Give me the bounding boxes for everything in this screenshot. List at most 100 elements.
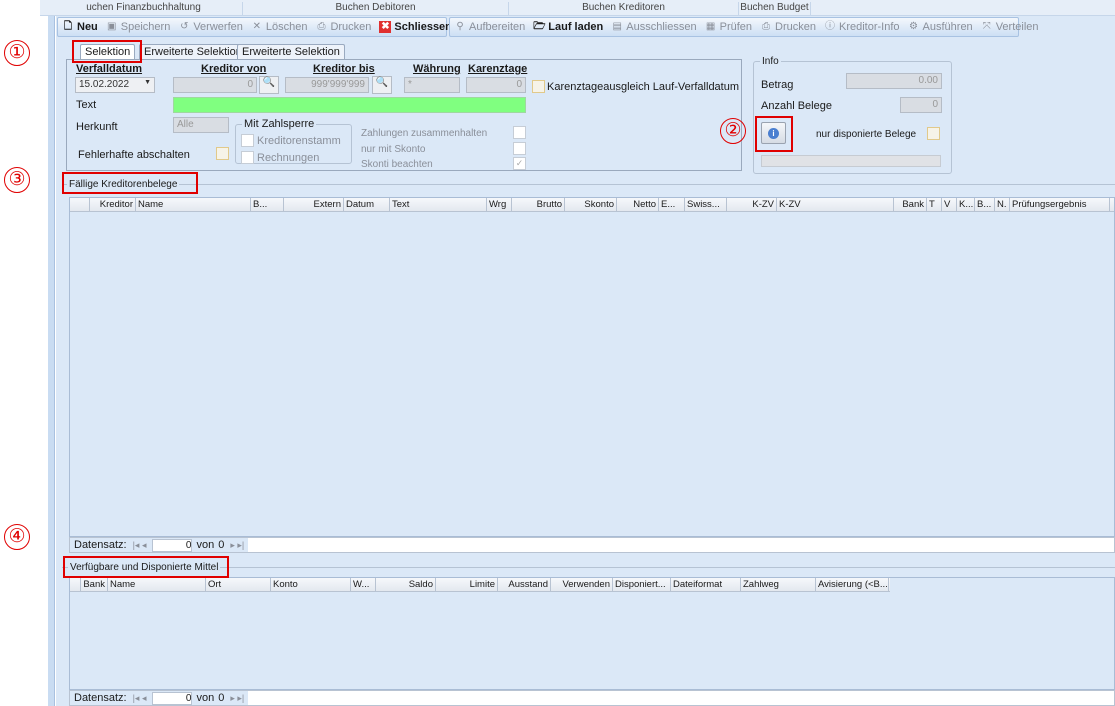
kreditorenbelege-grid[interactable]: Kreditor Name B... Extern Datum Text Wrg Brutto…: [69, 197, 1115, 537]
column-header[interactable]: W...: [351, 578, 376, 592]
first-prev-icon[interactable]: |◂ ◂: [133, 693, 147, 704]
toolbar-button-drucken[interactable]: ⎙ Drucken: [315, 21, 371, 33]
toolbar-button-verteilen[interactable]: ⤧ Verteilen: [981, 21, 1039, 33]
module-tab[interactable]: uchen Finanzbuchhaltung: [45, 2, 243, 16]
rechnungen-checkbox[interactable]: [241, 151, 254, 164]
toolbar-button-ausführen[interactable]: ⚙ Ausführen: [908, 21, 973, 33]
zahlungen-checkbox[interactable]: [513, 126, 526, 139]
column-header[interactable]: Ort: [206, 578, 271, 592]
toolbar-button-label: Neu: [77, 21, 98, 33]
column-header[interactable]: Dateiformat: [671, 578, 741, 592]
column-header[interactable]: B...: [251, 198, 284, 212]
column-header[interactable]: K-ZV: [777, 198, 894, 212]
verfalldatum-value: 15.02.2022: [79, 79, 130, 90]
toolbar-button-label: Drucken: [775, 21, 816, 33]
column-header[interactable]: Verwenden: [551, 578, 613, 592]
column-header[interactable]: Text: [390, 198, 487, 212]
annotation-marker-2: ②: [720, 118, 746, 144]
left-sidebar: [48, 16, 55, 706]
text-label: Text: [76, 99, 97, 111]
column-header[interactable]: Name: [136, 198, 251, 212]
column-header[interactable]: T: [927, 198, 942, 212]
annotation-marker-3: ③: [4, 167, 30, 193]
herkunft-select[interactable]: Alle: [173, 117, 229, 133]
column-header[interactable]: Bank: [81, 578, 108, 592]
new-document-icon: 🗋: [63, 21, 73, 32]
skonti-checkbox[interactable]: ✓: [513, 157, 526, 170]
betrag-value: 0.00: [846, 73, 942, 89]
column-header[interactable]: K...: [957, 198, 975, 212]
next-last-icon[interactable]: ▸ ▸|: [230, 540, 244, 551]
fehlerhafte-checkbox[interactable]: [216, 147, 229, 160]
column-header[interactable]: Brutto: [512, 198, 565, 212]
column-header[interactable]: Datum: [344, 198, 390, 212]
column-header[interactable]: Wrg: [487, 198, 512, 212]
column-header[interactable]: Netto: [617, 198, 659, 212]
column-header[interactable]: [70, 578, 81, 592]
kreditor-von-input[interactable]: 0: [173, 77, 257, 93]
module-tab[interactable]: Buchen Budget: [739, 2, 811, 16]
grid1-header: Kreditor Name B... Extern Datum Text Wrg Brutto…: [70, 198, 1114, 212]
toolbar-button-label: Aufbereiten: [469, 21, 526, 33]
toolbar-button-lauf-laden[interactable]: 🗁 Lauf laden: [533, 21, 603, 33]
toolbar-button-löschen[interactable]: ✕ Löschen: [251, 21, 308, 33]
record-input[interactable]: 0: [152, 691, 193, 705]
kreditor-bis-search-button[interactable]: 🔍: [372, 76, 392, 94]
toolbar-button-aufbereiten[interactable]: ⚲ Aufbereiten: [454, 21, 525, 33]
column-header[interactable]: Limite: [436, 578, 498, 592]
kreditorenstamm-checkbox[interactable]: [241, 134, 254, 147]
column-header[interactable]: Name: [108, 578, 206, 592]
nur-disponierte-checkbox[interactable]: [927, 127, 940, 140]
karenztage-input[interactable]: 0: [466, 77, 526, 93]
record-input[interactable]: 0: [152, 538, 193, 552]
toolbar-button-drucken[interactable]: ⎙ Drucken: [760, 21, 816, 33]
toolbar-button-kreditor-info[interactable]: ⓘ Kreditor-Info: [824, 21, 900, 33]
toolbar-button-label: Ausführen: [922, 21, 973, 33]
column-header[interactable]: Disponiert...: [613, 578, 671, 592]
toolbar-button-schliessen[interactable]: ✖ Schliessen: [379, 21, 452, 33]
module-tab[interactable]: Buchen Kreditoren: [509, 2, 739, 16]
column-header[interactable]: Extern: [284, 198, 344, 212]
first-prev-icon[interactable]: |◂ ◂: [133, 540, 147, 551]
column-header[interactable]: N.: [995, 198, 1010, 212]
toolbar-button-ausschliessen[interactable]: ▤ Ausschliessen: [611, 21, 697, 33]
delete-x-icon: ✕: [252, 21, 262, 32]
column-header[interactable]: Bank: [894, 198, 927, 212]
karenz-ausgleich-checkbox[interactable]: [532, 80, 545, 93]
column-header[interactable]: K-ZV: [727, 198, 777, 212]
column-header[interactable]: Kreditor: [90, 198, 136, 212]
mittel-grid[interactable]: Bank Name Ort Konto W... Saldo Limite Ausstand V…: [69, 577, 1115, 690]
tab-erweiterte-selektion[interactable]: Erweiterte Selektion: [139, 44, 247, 60]
column-header[interactable]: B...: [975, 198, 995, 212]
text-input[interactable]: [173, 97, 526, 113]
search-icon: 🔍: [262, 77, 276, 88]
toolbar-button-prüfen[interactable]: ▦ Prüfen: [705, 21, 752, 33]
column-header[interactable]: Konto: [271, 578, 351, 592]
module-tab[interactable]: Buchen Debitoren: [243, 2, 509, 16]
skonto-checkbox[interactable]: [513, 142, 526, 155]
verfalldatum-picker[interactable]: 15.02.2022 ▼: [75, 77, 155, 93]
karenztage-label: Karenztage: [468, 63, 528, 75]
column-header[interactable]: Swiss...: [685, 198, 727, 212]
column-header[interactable]: Prüfungsergebnis: [1010, 198, 1110, 212]
column-header[interactable]: V: [942, 198, 957, 212]
von-label: von: [196, 692, 215, 704]
toolbar-button-verwerfen[interactable]: ↺ Verwerfen: [178, 21, 243, 33]
kreditor-von-search-button[interactable]: 🔍: [259, 76, 279, 94]
annotation-box-2: [755, 116, 793, 152]
next-last-icon[interactable]: ▸ ▸|: [230, 693, 244, 704]
column-header[interactable]: Saldo: [376, 578, 436, 592]
anzahl-belege-value: 0: [900, 97, 942, 113]
column-header[interactable]: E...: [659, 198, 685, 212]
column-header[interactable]: Ausstand: [498, 578, 551, 592]
toolbar-button-neu[interactable]: 🗋 Neu: [62, 21, 98, 33]
discard-icon: ↺: [180, 21, 189, 32]
kreditor-bis-input[interactable]: 999'999'999: [285, 77, 369, 93]
column-header[interactable]: [70, 198, 90, 212]
tab-erweiterte-selektion-2[interactable]: Erweiterte Selektion: [237, 44, 345, 60]
column-header[interactable]: Skonto: [565, 198, 617, 212]
toolbar-button-speichern[interactable]: ▣ Speichern: [106, 21, 170, 33]
column-header[interactable]: Avisierung (<B...: [816, 578, 889, 592]
waehrung-select[interactable]: *: [404, 77, 460, 93]
column-header[interactable]: Zahlweg: [741, 578, 816, 592]
